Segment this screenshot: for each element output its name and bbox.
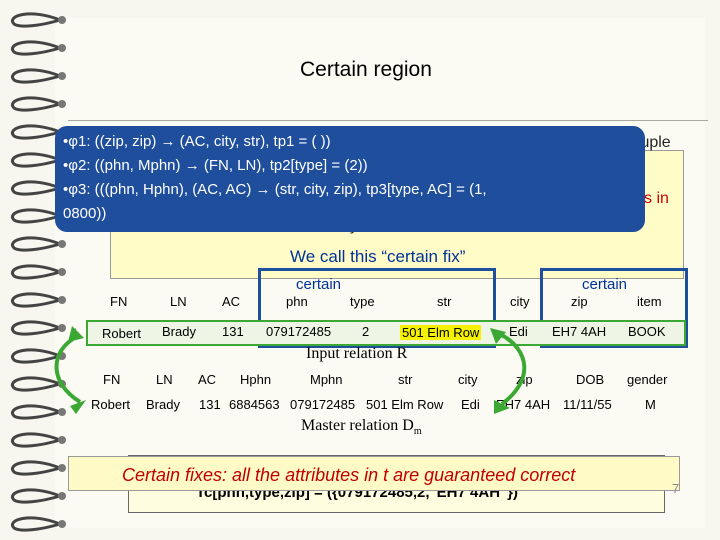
spiral-ring (10, 208, 61, 224)
arrow-left-head-top (68, 326, 84, 342)
spiral-hole (58, 464, 66, 472)
r-val-item: BOOK (628, 324, 666, 339)
certain-label-2: certain (582, 276, 628, 293)
r-col-city: city (510, 294, 530, 309)
r-col-ln: LN (170, 294, 187, 309)
rule-phi2: •φ2: ((phn, Mphn) → (FN, LN), tp2[type] … (63, 157, 368, 174)
certain-fixes-banner-text: Certain fixes: all the attributes in t a… (122, 465, 576, 485)
arrow-right-path (499, 332, 527, 406)
spiral-hole (58, 436, 66, 444)
spiral-hole (58, 16, 66, 24)
page-number: 7 (672, 481, 680, 496)
rules-callout: •φ1: ((zip, zip) → (AC, city, str), tp1 … (55, 126, 645, 232)
spiral-hole (58, 520, 66, 528)
spiral-ring (10, 68, 61, 84)
rule-phi1: •φ1: ((zip, zip) → (AC, city, str), tp1 … (63, 133, 331, 150)
spiral-ring (10, 180, 61, 196)
slide-title: Certain region (300, 58, 432, 81)
spiral-hole (58, 100, 66, 108)
spiral-ring (10, 236, 61, 252)
spiral-hole (58, 492, 66, 500)
m-col-gender: gender (627, 372, 668, 387)
r-col-zip: zip (571, 294, 588, 309)
behind-red-text: s in (644, 190, 669, 207)
spiral-ring (10, 432, 61, 448)
r-col-ac: AC (222, 294, 241, 309)
spiral-ring (10, 40, 61, 56)
arrow-left-path (54, 334, 82, 404)
spiral-ring (10, 516, 61, 532)
spiral-ring (10, 488, 61, 504)
spiral-hole (58, 268, 66, 276)
r-col-type: type (350, 294, 375, 309)
match-arrows (54, 326, 527, 414)
spiral-hole (58, 240, 66, 248)
spiral-hole (58, 72, 66, 80)
spiral-ring (10, 264, 61, 280)
certain-fix-label: We call this “certain fix” (290, 247, 466, 266)
r-val-zip: EH7 4AH (552, 324, 607, 339)
rule-phi3-cont: 0800)) (63, 205, 107, 222)
spiral-hole (58, 296, 66, 304)
spiral-ring (10, 12, 61, 28)
r-col-item: item (637, 294, 662, 309)
r-col-phn: phn (286, 294, 308, 309)
spiral-hole (58, 44, 66, 52)
spiral-ring (10, 292, 61, 308)
m-val-gender: M (645, 397, 656, 412)
spiral-ring (10, 460, 61, 476)
m-val-dob: 11/11/55 (563, 397, 612, 412)
rule-phi3: •φ3: (((phn, Hphn), (AC, AC) → (str, cit… (63, 181, 487, 198)
certain-label-1: certain (296, 276, 342, 293)
spiral-ring (10, 152, 61, 168)
title-divider (68, 120, 708, 121)
spiral-ring (10, 96, 61, 112)
r-col-fn: FN (110, 294, 128, 309)
m-col-dob: DOB (576, 372, 605, 387)
r-col-str: str (437, 294, 452, 309)
spiral-ring (10, 124, 61, 140)
